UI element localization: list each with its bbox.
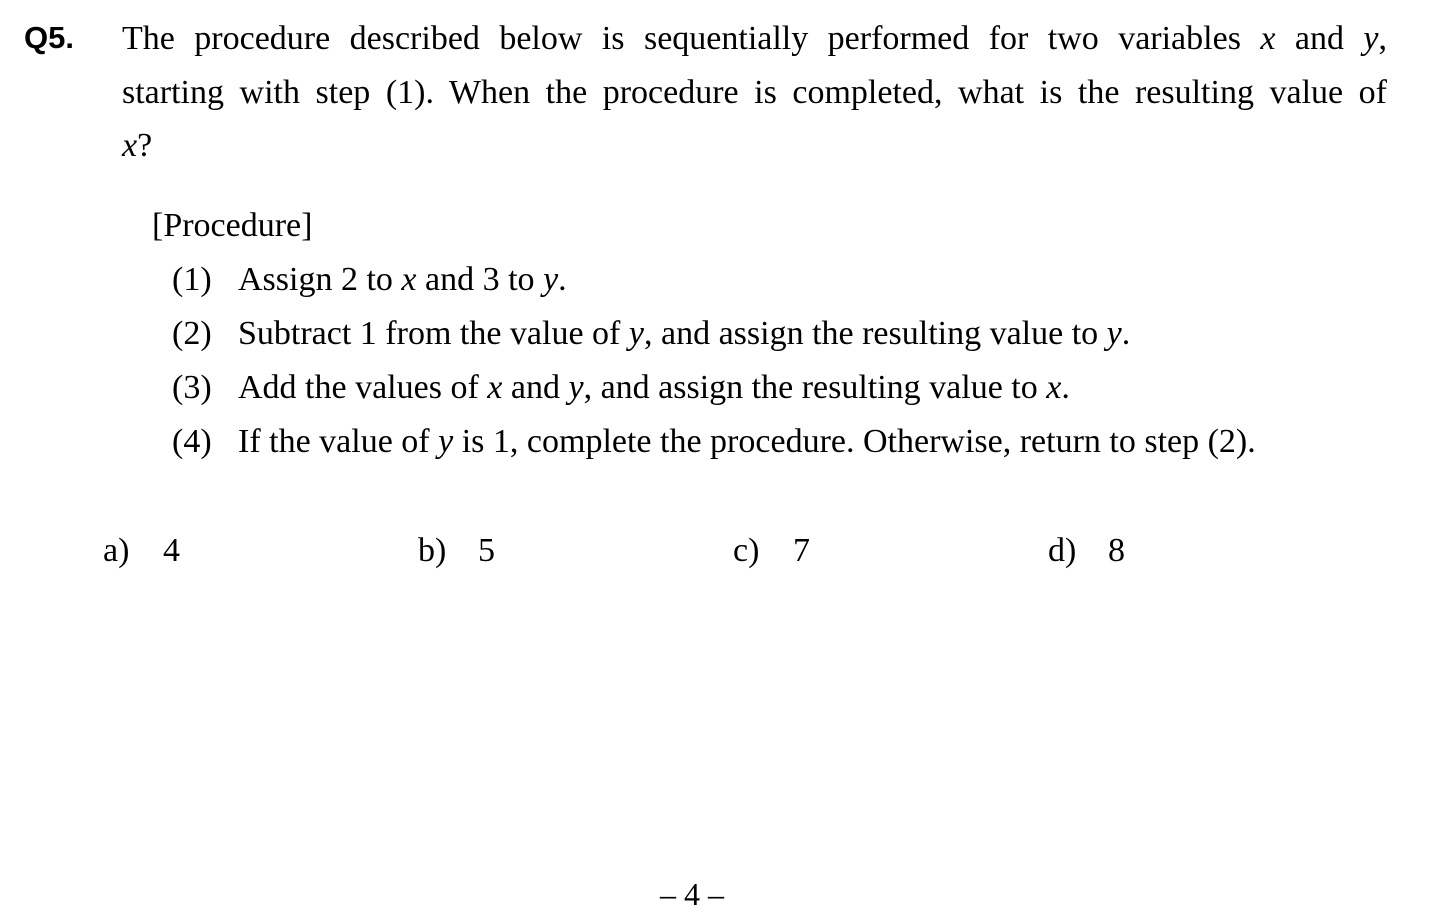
procedure-step: (2) Subtract 1 from the value of y, and a…	[172, 311, 1130, 357]
step-text: Add the values of x and y, and assign th…	[238, 369, 1070, 406]
choice-value: 8	[1108, 532, 1125, 569]
choice-value: 7	[793, 532, 810, 569]
variable-y: y	[1363, 20, 1379, 57]
question-text-segment: ,	[1378, 20, 1388, 57]
step-text-segment: .	[1121, 315, 1131, 352]
choice-value: 5	[478, 532, 495, 569]
choice-label: c)	[733, 532, 760, 569]
step-number: (3)	[172, 369, 212, 406]
choice-value: 4	[163, 532, 180, 569]
question-text-segment: The procedure described below is sequent…	[122, 20, 1261, 57]
procedure-title: [Procedure]	[152, 207, 313, 244]
variable-y: y	[438, 423, 454, 460]
variable-x: x	[122, 127, 138, 164]
question-text-segment: and	[1275, 20, 1364, 57]
question-number: Q5.	[24, 20, 74, 55]
choice-b[interactable]: b) 5	[418, 528, 495, 574]
step-number: (2)	[172, 315, 212, 352]
step-text-segment: and	[502, 369, 569, 406]
question-line-2: starting with step (1). When the procedu…	[122, 73, 1387, 111]
choice-a[interactable]: a) 4	[103, 528, 180, 574]
step-text-segment: .	[1061, 369, 1070, 406]
choice-label: a)	[103, 532, 130, 569]
step-text-segment: If the value of	[238, 423, 439, 460]
step-text-segment: .	[558, 261, 567, 298]
step-text-segment: Assign 2 to	[238, 261, 402, 298]
variable-y: y	[1106, 315, 1122, 352]
choice-c[interactable]: c) 7	[733, 528, 810, 574]
variable-x: x	[401, 261, 417, 298]
step-text-segment: , and assign the resulting value to	[643, 315, 1107, 352]
question-text: The procedure described below is sequent…	[122, 12, 1387, 173]
question-text-segment: ?	[137, 127, 153, 164]
question-line-1: The procedure described below is sequent…	[122, 12, 1387, 66]
procedure-step: (4) If the value of y is 1, complete the …	[172, 419, 1256, 465]
variable-y: y	[568, 369, 584, 406]
step-text-segment: Add the values of	[238, 369, 488, 406]
procedure-step: (1) Assign 2 to x and 3 to y.	[172, 257, 567, 303]
step-text-segment: is 1, complete the procedure. Otherwise,…	[453, 423, 1256, 460]
step-text-segment: , and assign the resulting value to	[583, 369, 1047, 406]
page-number: – 4 –	[660, 876, 724, 912]
variable-x: x	[1046, 369, 1062, 406]
variable-y: y	[628, 315, 644, 352]
variable-x: x	[1260, 20, 1276, 57]
choice-d[interactable]: d) 8	[1048, 528, 1125, 574]
question-line-3: x?	[122, 119, 1387, 173]
choice-label: b)	[418, 532, 447, 569]
step-text-segment: and 3 to	[416, 261, 544, 298]
step-text: If the value of y is 1, complete the pro…	[238, 423, 1256, 460]
step-text-segment: Subtract 1 from the value of	[238, 315, 629, 352]
step-number: (4)	[172, 423, 212, 460]
variable-y: y	[543, 261, 559, 298]
procedure-step: (3) Add the values of x and y, and assign…	[172, 365, 1070, 411]
step-text: Subtract 1 from the value of y, and assi…	[238, 315, 1130, 352]
step-number: (1)	[172, 261, 212, 298]
step-text: Assign 2 to x and 3 to y.	[238, 261, 567, 298]
choice-label: d)	[1048, 532, 1077, 569]
variable-x: x	[487, 369, 503, 406]
